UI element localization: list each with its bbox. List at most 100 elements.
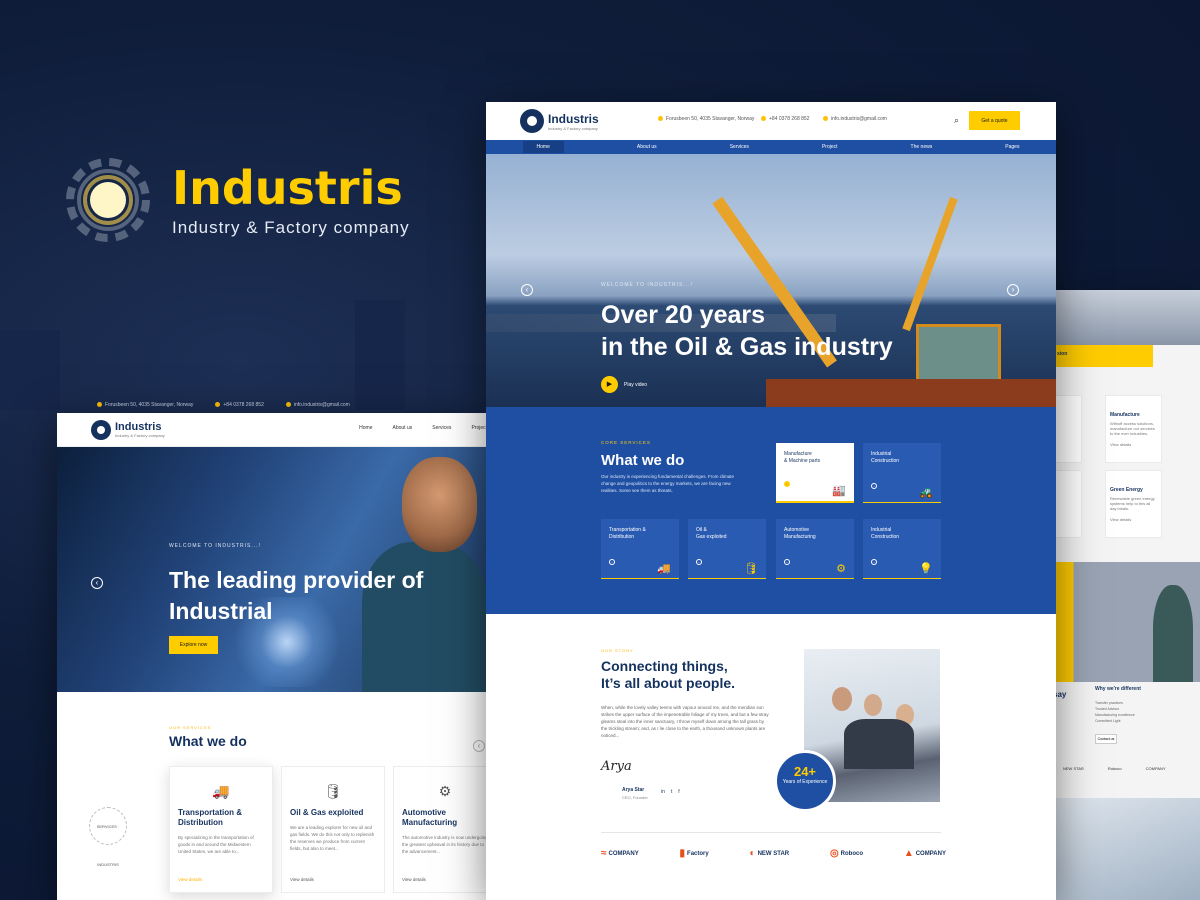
- center-header: Industris Industry & Factory company For…: [486, 102, 1056, 140]
- nav-project[interactable]: Project: [822, 144, 838, 150]
- author-role: CEO, Founder: [622, 795, 648, 800]
- barge: [766, 379, 1056, 407]
- card-title: & Machine parts: [784, 458, 821, 464]
- story-title: Connecting things, It’s all about people…: [601, 658, 735, 692]
- card-title: Transportation &: [609, 527, 646, 533]
- play-icon: ▶: [601, 376, 618, 393]
- service-card[interactable]: Oil & Gas exploited › 🛢: [688, 519, 766, 579]
- triangle-icon: ▲: [903, 848, 914, 859]
- partner-logo: ▲ COMPANY: [903, 848, 946, 859]
- social-links: in t f: [661, 789, 680, 795]
- arrow-icon: ›: [871, 559, 877, 565]
- right-mockup: sion Manufacture Withoff access solution…: [1053, 290, 1200, 900]
- service-card[interactable]: Manufacture & Machine parts › 🏭: [776, 443, 854, 503]
- gear-icon: [520, 109, 544, 133]
- service-card[interactable]: 🚚 Transportation & Distribution By speci…: [169, 766, 273, 893]
- hero-title: The leading provider of Industrial: [169, 567, 424, 624]
- partner-logos: ≈ COMPANY ▮ Factory ◐ NEW STAR ◎ Roboco ▲ COM…: [601, 848, 946, 859]
- oil-pump-icon: 🛢: [744, 563, 758, 575]
- left-logo[interactable]: Industris Industry & Factory company: [91, 419, 165, 440]
- star-icon: ◐: [749, 848, 756, 859]
- nav-about[interactable]: About us: [637, 144, 657, 150]
- services-title: What we do: [169, 733, 247, 749]
- explore-button[interactable]: Explore now: [169, 636, 218, 654]
- person: [864, 694, 882, 716]
- phone-icon: [761, 116, 766, 122]
- topbar-phone: +84 0378 268 852: [215, 402, 264, 408]
- right-card[interactable]: Manufacture Withoff access solutions, ma…: [1105, 395, 1162, 463]
- nav-services[interactable]: Services: [730, 144, 749, 150]
- facebook-icon[interactable]: f: [678, 789, 679, 795]
- linkedin-icon[interactable]: in: [661, 789, 665, 795]
- prev-arrow-icon[interactable]: ‹: [521, 284, 533, 296]
- service-card[interactable]: Transportation & Distribution › 🚚: [601, 519, 679, 579]
- contact-button[interactable]: Contact us: [1095, 734, 1117, 744]
- view-details-link[interactable]: View details: [178, 877, 202, 882]
- right-card[interactable]: [1053, 395, 1082, 463]
- service-card[interactable]: Automotive Manufacturing › ⚙: [776, 519, 854, 579]
- experience-badge: 24+ Years of Experience: [774, 750, 836, 812]
- bulldozer-icon: 🚜: [919, 487, 933, 499]
- card-underline: [863, 502, 941, 503]
- partner-logo: NEW STAR: [1063, 766, 1084, 771]
- right-card[interactable]: Green Energy Renewable green energy syst…: [1105, 470, 1162, 538]
- nav-news[interactable]: The news: [911, 144, 933, 150]
- arrow-icon: ›: [784, 559, 790, 565]
- prev-arrow-icon[interactable]: ‹: [91, 577, 103, 589]
- why-title: Why we're different: [1095, 686, 1141, 692]
- logo-name: Industris: [115, 421, 162, 433]
- hero-title: Over 20 years in the Oil & Gas industry: [601, 299, 931, 363]
- twitter-icon[interactable]: t: [671, 789, 672, 795]
- card-title: Industrial: [871, 527, 892, 533]
- gear-logo-icon: [66, 158, 150, 242]
- person: [832, 687, 852, 711]
- mail-icon: [285, 402, 291, 408]
- location-icon: [658, 116, 663, 122]
- card-title: Green Energy: [1110, 487, 1143, 493]
- nav-about[interactable]: About us: [393, 425, 413, 431]
- view-details-link[interactable]: View details: [1110, 517, 1157, 522]
- turbo-icon: ⚙: [438, 783, 452, 799]
- nav-pages[interactable]: Pages: [1005, 144, 1019, 150]
- service-card[interactable]: Industrial Construction › 💡: [863, 519, 941, 579]
- play-video-button[interactable]: ▶ Play video: [601, 376, 647, 393]
- card-title: Oil & Gas exploited: [290, 808, 364, 817]
- banner-text: sion: [1057, 351, 1068, 357]
- service-card[interactable]: Industrial Construction › 🚜: [863, 443, 941, 503]
- card-underline: [863, 578, 941, 579]
- search-icon[interactable]: ⌕: [954, 115, 959, 126]
- view-details-link[interactable]: View details: [290, 877, 314, 882]
- service-card[interactable]: 🛢 Oil & Gas exploited We are a leading e…: [281, 766, 385, 893]
- view-details-link[interactable]: View details: [1110, 442, 1157, 447]
- right-partner-logos: NEW STAR Roboco COMPANY: [1063, 766, 1166, 771]
- mail-icon: [823, 116, 828, 122]
- services-prev-icon[interactable]: ‹: [473, 740, 485, 752]
- worker-face: [402, 457, 477, 552]
- view-details-link[interactable]: View details: [402, 877, 426, 882]
- core-title: What we do: [601, 452, 685, 469]
- get-quote-button[interactable]: Get a quote: [969, 111, 1020, 130]
- people-bodies: [844, 719, 914, 769]
- nav-project[interactable]: Project: [471, 425, 487, 431]
- ring-icon: ◎: [829, 848, 839, 859]
- yellow-banner: [1053, 345, 1153, 367]
- f-icon: ▮: [679, 848, 686, 859]
- divider: [601, 832, 941, 833]
- nav-home[interactable]: Home: [522, 141, 564, 153]
- nav-home[interactable]: Home: [359, 425, 372, 431]
- services-kicker: OUR SERVICES: [169, 725, 212, 730]
- card-title: Gas exploited: [696, 534, 727, 540]
- card-desc: By specializing in the transportation of…: [178, 835, 254, 854]
- center-logo[interactable]: Industris Industry & Factory company: [520, 109, 599, 133]
- nav-services[interactable]: Services: [432, 425, 451, 431]
- truck-icon: 🚚: [212, 783, 230, 799]
- turbo-icon: ⚙: [836, 563, 846, 575]
- service-card[interactable]: ⚙ Automotive Manufacturing The automotiv…: [393, 766, 487, 893]
- card-title: Manufacture: [1110, 412, 1140, 418]
- list-item: Committed Light: [1095, 719, 1121, 723]
- right-card[interactable]: [1053, 470, 1082, 538]
- hero-title-line: Over 20 years: [601, 301, 766, 329]
- oil-pump-icon: 🛢: [324, 783, 342, 799]
- next-arrow-icon[interactable]: ›: [1007, 284, 1019, 296]
- partner-logo: COMPANY: [1145, 766, 1166, 771]
